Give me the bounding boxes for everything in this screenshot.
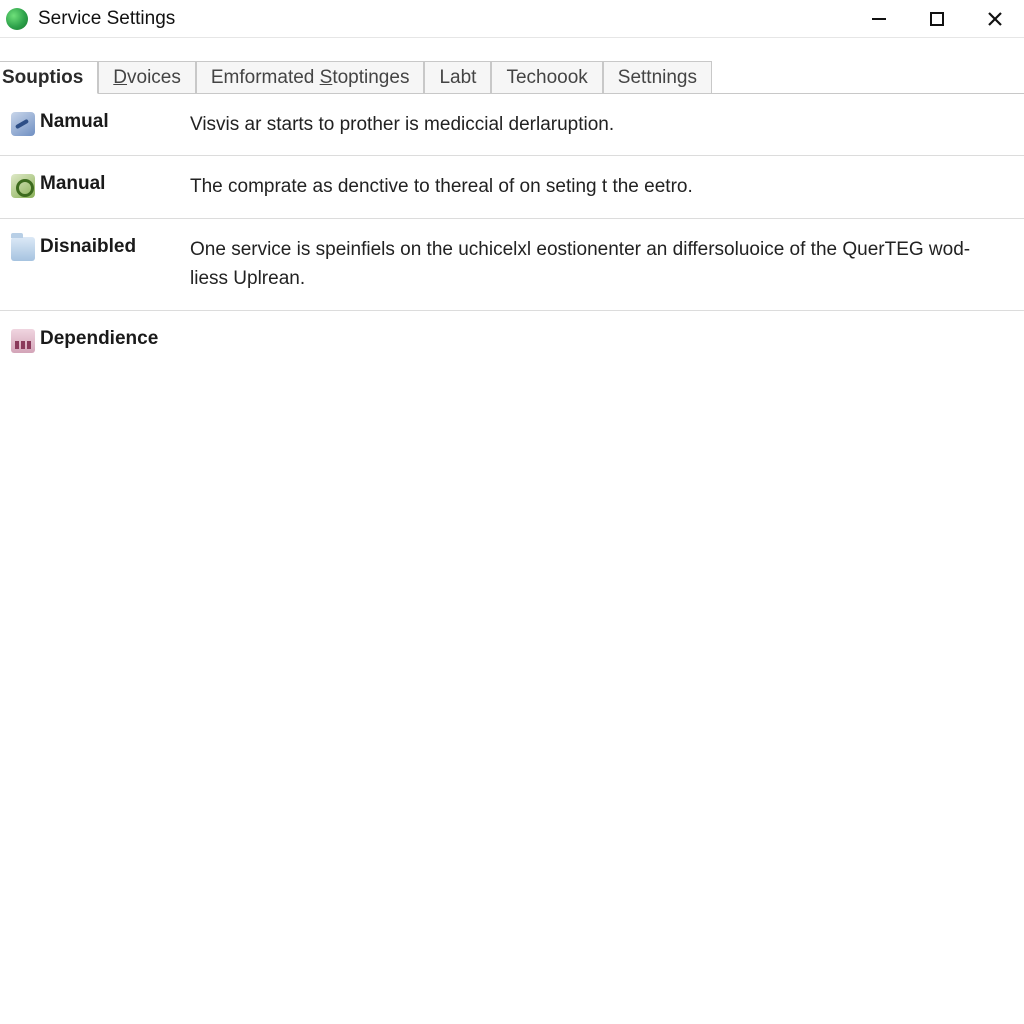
tab-strip: SouptiosDvoicesEmformated StoptingesLabt…: [0, 60, 1024, 94]
row-label: Disnaibled: [40, 235, 190, 258]
titlebar: Service Settings: [0, 0, 1024, 38]
row-description: One service is speinfiels on the uchicel…: [190, 235, 1014, 294]
window-controls: [850, 0, 1024, 37]
row-description: Visvis ar starts to prother is mediccial…: [190, 110, 1014, 139]
row-description: The comprate as denctive to thereal of o…: [190, 172, 1014, 201]
row-icon-container: [6, 110, 40, 136]
maximize-icon: [929, 11, 945, 27]
close-button[interactable]: [966, 0, 1024, 37]
tab-settnings[interactable]: Settnings: [603, 61, 712, 93]
minimize-icon: [870, 10, 888, 28]
folder-icon: [11, 237, 35, 261]
list-item[interactable]: ManualThe comprate as denctive to therea…: [0, 156, 1024, 218]
gears-icon: [11, 174, 35, 198]
tab-dvoices[interactable]: Dvoices: [98, 61, 196, 93]
window-title: Service Settings: [38, 8, 850, 30]
row-icon-container: [6, 327, 40, 353]
settings-list: NamualVisvis ar starts to prother is med…: [0, 94, 1024, 369]
list-item[interactable]: Dependience: [0, 311, 1024, 369]
close-icon: [986, 10, 1004, 28]
minimize-button[interactable]: [850, 0, 908, 37]
row-icon-container: [6, 172, 40, 198]
tab-emformated-stoptinges[interactable]: Emformated Stoptinges: [196, 61, 425, 93]
row-label: Manual: [40, 172, 190, 195]
tab-labt[interactable]: Labt: [424, 61, 491, 93]
tab-souptios[interactable]: Souptios: [0, 61, 98, 94]
chart-icon: [11, 329, 35, 353]
app-icon: [6, 8, 28, 30]
wrench-icon: [11, 112, 35, 136]
maximize-button[interactable]: [908, 0, 966, 37]
list-item[interactable]: NamualVisvis ar starts to prother is med…: [0, 94, 1024, 156]
list-item[interactable]: DisnaibledOne service is speinfiels on t…: [0, 219, 1024, 311]
tab-techoook[interactable]: Techoook: [491, 61, 602, 93]
row-label: Dependience: [40, 327, 190, 350]
row-label: Namual: [40, 110, 190, 133]
row-icon-container: [6, 235, 40, 261]
